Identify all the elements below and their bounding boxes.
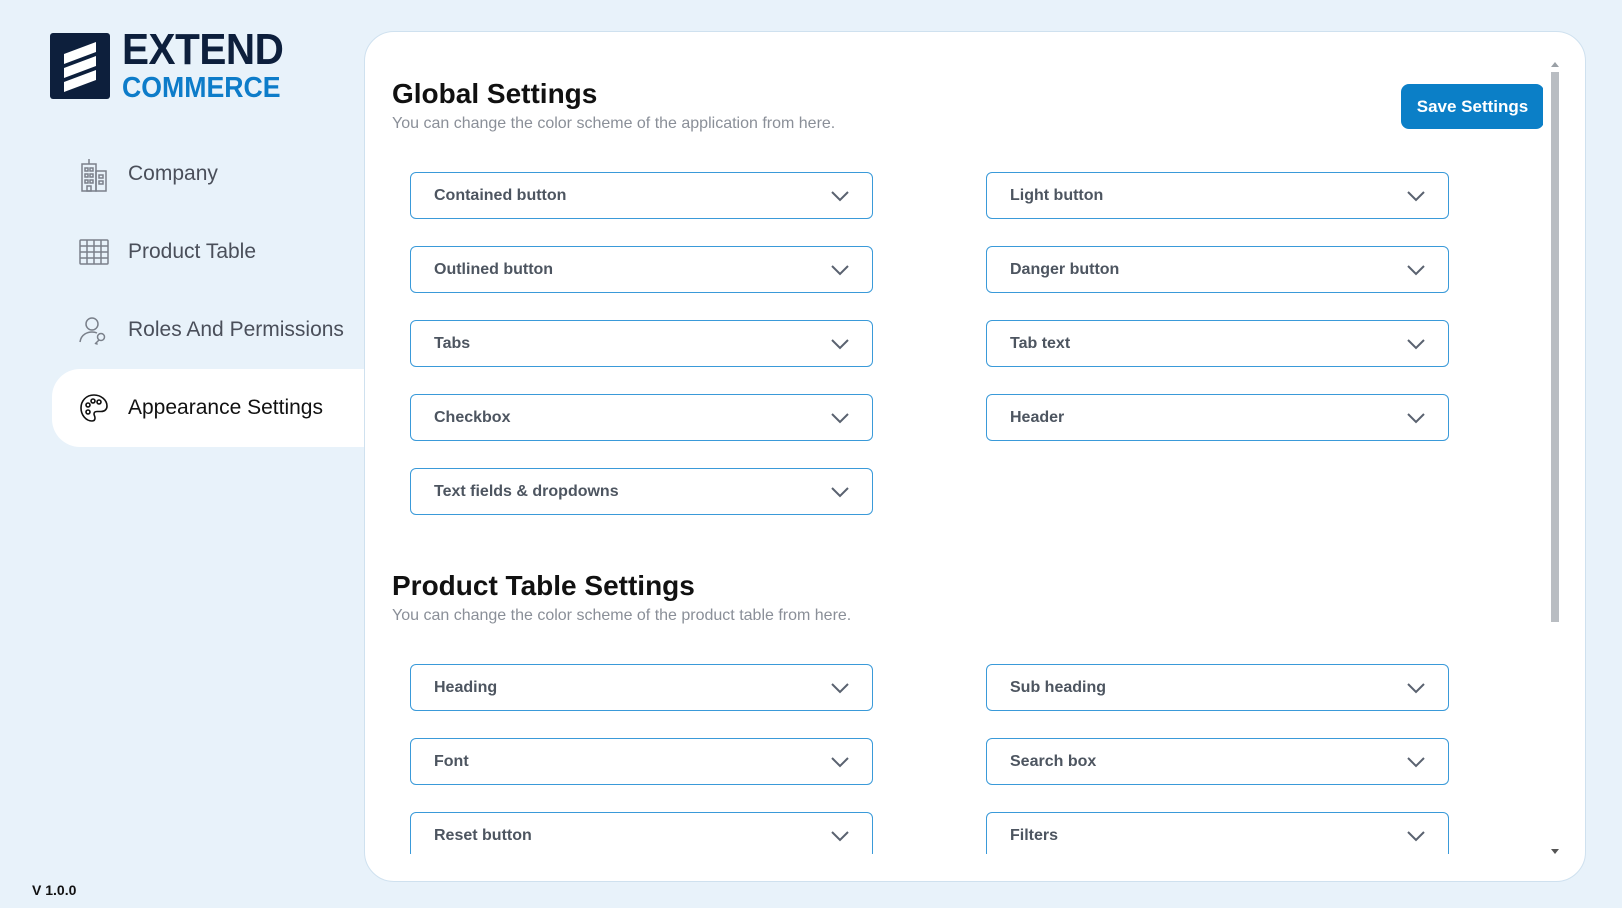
dropdown-label: Reset button	[434, 826, 532, 844]
dropdown-reset-button[interactable]: Reset button	[410, 812, 873, 854]
dropdown-label: Header	[1010, 408, 1065, 426]
global-settings-title: Global Settings	[392, 78, 598, 109]
scrollbar-thumb[interactable]	[1551, 72, 1559, 622]
sidebar-item-appearance-settings[interactable]: Appearance Settings	[52, 369, 366, 447]
chevron-down-icon	[1407, 338, 1425, 349]
brand-logo: EXTEND COMMERCE	[50, 28, 297, 103]
scroll-up-arrow-icon[interactable]	[1551, 62, 1559, 67]
dropdown-label: Checkbox	[434, 408, 511, 426]
sidebar-item-company[interactable]: Company	[52, 135, 364, 213]
product-table-settings-subtitle: You can change the color scheme of the p…	[392, 607, 852, 624]
dropdown-label: Tabs	[434, 334, 471, 352]
dropdown-heading[interactable]: Heading	[410, 664, 873, 711]
chevron-down-icon	[831, 412, 849, 423]
chevron-down-icon	[831, 338, 849, 349]
dropdown-label: Danger button	[1010, 260, 1120, 278]
chevron-down-icon	[831, 264, 849, 275]
chevron-down-icon	[1407, 190, 1425, 201]
settings-scroll-area[interactable]: Global Settings You can change the color…	[365, 32, 1543, 854]
dropdown-label: Sub heading	[1010, 678, 1106, 696]
dropdown-label: Contained button	[434, 186, 567, 204]
building-icon	[78, 158, 110, 192]
scroll-down-arrow-icon[interactable]	[1551, 849, 1559, 854]
dropdown-tab-text[interactable]: Tab text	[986, 320, 1449, 367]
chevron-down-icon	[1407, 682, 1425, 693]
logo-text-secondary: COMMERCE	[122, 72, 281, 104]
chevron-down-icon	[831, 190, 849, 201]
dropdown-sub-heading[interactable]: Sub heading	[986, 664, 1449, 711]
chevron-down-icon	[831, 830, 849, 841]
sidebar-item-roles-and-permissions[interactable]: Roles And Permissions	[52, 291, 364, 369]
palette-icon	[78, 392, 110, 424]
logo-mark-icon	[50, 32, 110, 99]
table-grid-icon	[78, 236, 110, 268]
app-version: V 1.0.0	[32, 882, 77, 898]
appearance-settings-panel: Global Settings You can change the color…	[364, 31, 1586, 882]
user-key-icon	[78, 314, 110, 346]
vertical-scrollbar[interactable]	[1549, 60, 1561, 856]
chevron-down-icon	[831, 682, 849, 693]
chevron-down-icon	[1407, 830, 1425, 841]
logo-text-primary: EXTEND	[122, 25, 284, 74]
chevron-down-icon	[1407, 756, 1425, 767]
dropdown-light-button[interactable]: Light button	[986, 172, 1449, 219]
dropdown-label: Text fields & dropdowns	[434, 482, 619, 500]
dropdown-header[interactable]: Header	[986, 394, 1449, 441]
sidebar-item-product-table[interactable]: Product Table	[52, 213, 364, 291]
sidebar-item-label: Roles And Permissions	[128, 318, 344, 341]
global-settings-subtitle: You can change the color scheme of the a…	[392, 115, 836, 132]
chevron-down-icon	[1407, 412, 1425, 423]
dropdown-label: Filters	[1010, 826, 1059, 844]
dropdown-outlined-button[interactable]: Outlined button	[410, 246, 873, 293]
sidebar-item-label: Product Table	[128, 240, 257, 263]
chevron-down-icon	[1407, 264, 1425, 275]
sidebar-item-label: Appearance Settings	[128, 396, 323, 419]
dropdown-label: Outlined button	[434, 260, 554, 278]
dropdown-label: Light button	[1010, 186, 1104, 204]
dropdown-filters[interactable]: Filters	[986, 812, 1449, 854]
sidebar-item-label: Company	[128, 162, 218, 185]
dropdown-tabs[interactable]: Tabs	[410, 320, 873, 367]
dropdown-label: Heading	[434, 678, 498, 696]
dropdown-font[interactable]: Font	[410, 738, 873, 785]
dropdown-label: Font	[434, 752, 469, 770]
chevron-down-icon	[831, 756, 849, 767]
dropdown-label: Search box	[1010, 752, 1097, 770]
dropdown-search-box[interactable]: Search box	[986, 738, 1449, 785]
chevron-down-icon	[831, 486, 849, 497]
dropdown-text-fields-dropdowns[interactable]: Text fields & dropdowns	[410, 468, 873, 515]
dropdown-label: Tab text	[1010, 334, 1071, 352]
dropdown-checkbox[interactable]: Checkbox	[410, 394, 873, 441]
sidebar-nav: Company Product Table Roles And Permissi…	[52, 135, 366, 447]
product-table-settings-title: Product Table Settings	[392, 570, 695, 601]
dropdown-contained-button[interactable]: Contained button	[410, 172, 873, 219]
dropdown-danger-button[interactable]: Danger button	[986, 246, 1449, 293]
save-settings-button[interactable]: Save Settings	[1401, 84, 1543, 129]
